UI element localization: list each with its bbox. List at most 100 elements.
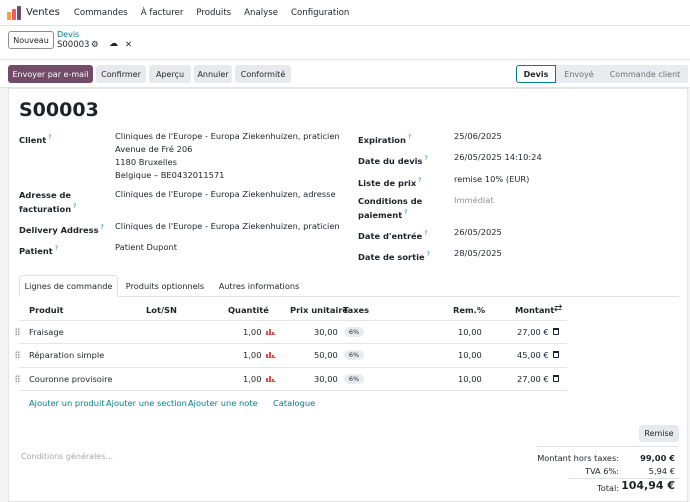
record-name: S00003: [19, 99, 99, 121]
help-icon: ?: [424, 230, 428, 237]
tva-label: TVA 6%:: [584, 466, 619, 476]
row-qty[interactable]: 1,00: [243, 374, 261, 384]
new-button[interactable]: Nouveau: [8, 31, 54, 49]
row-amount: 27,00 €: [517, 374, 549, 384]
nav-commandes[interactable]: Commandes: [74, 8, 128, 18]
add-section-link[interactable]: Ajouter une section: [106, 398, 187, 408]
tab-optional-products[interactable]: Produits optionnels: [119, 275, 211, 297]
cancel-button[interactable]: Annuler: [194, 65, 232, 83]
control-panel: Nouveau Devis S00003 ⚙ ☁ ✕: [0, 26, 690, 60]
form-sheet: S00003 Client? Cliniques de l'Europe - E…: [8, 88, 688, 502]
row-product[interactable]: Réparation simple: [29, 350, 104, 360]
col-taxes[interactable]: Taxes: [343, 305, 369, 315]
quote-date-label: Date du devis?: [358, 155, 428, 166]
add-note-link[interactable]: Ajouter une note: [188, 398, 258, 408]
sales-app-logo-icon[interactable]: [7, 5, 21, 20]
row-discount[interactable]: 10,00: [458, 327, 482, 337]
notebook-tabs: Lignes de commande Produits optionnels A…: [19, 275, 679, 297]
exit-date-value[interactable]: 28/05/2025: [454, 247, 502, 260]
help-icon: ?: [48, 134, 52, 141]
col-lot[interactable]: Lot/SN: [146, 305, 177, 315]
gear-icon[interactable]: ⚙: [91, 40, 99, 50]
row-qty[interactable]: 1,00: [243, 327, 261, 337]
top-navbar: Ventes Commandes À facturer Produits Ana…: [0, 0, 690, 26]
tax-badge[interactable]: 6%: [344, 374, 364, 384]
expiration-value[interactable]: 25/06/2025: [454, 130, 502, 143]
col-price[interactable]: Prix unitaire: [290, 305, 348, 315]
forecast-chart-icon[interactable]: [266, 329, 276, 335]
row-price[interactable]: 30,00: [314, 374, 338, 384]
tab-other-info[interactable]: Autres informations: [214, 275, 304, 297]
nav-analyse[interactable]: Analyse: [244, 8, 278, 18]
row-price[interactable]: 50,00: [314, 350, 338, 360]
cloud-upload-icon[interactable]: ☁: [109, 39, 118, 49]
breadcrumb-parent[interactable]: Devis: [57, 30, 79, 39]
status-bar: Devis Envoyé Commande client: [516, 65, 688, 83]
row-amount: 27,00 €: [517, 327, 549, 337]
help-icon: ?: [100, 224, 104, 231]
compliance-button[interactable]: Conformité: [235, 65, 291, 83]
patient-label: Patient?: [19, 245, 58, 256]
nav-configuration[interactable]: Configuration: [291, 8, 349, 18]
trash-icon[interactable]: [553, 351, 559, 358]
row-amount: 45,00 €: [517, 350, 549, 360]
send-email-button[interactable]: Envoyer par e-mail: [8, 65, 93, 83]
row-qty[interactable]: 1,00: [243, 350, 261, 360]
patient-value[interactable]: Patient Dupont: [115, 241, 177, 254]
row-product[interactable]: Fraisage: [29, 327, 64, 337]
drag-handle-icon[interactable]: [15, 328, 20, 336]
help-icon: ?: [73, 203, 77, 210]
app-title[interactable]: Ventes: [26, 7, 60, 18]
delivery-address-label: Delivery Address?: [19, 224, 104, 235]
status-commande-client[interactable]: Commande client: [602, 65, 688, 83]
row-divider: [19, 343, 567, 344]
row-price[interactable]: 30,00: [314, 327, 338, 337]
help-icon: ?: [426, 251, 430, 258]
close-icon[interactable]: ✕: [125, 40, 132, 50]
row-product[interactable]: Couronne provisoire: [29, 374, 113, 384]
confirm-button[interactable]: Confirmer: [96, 65, 146, 83]
col-discount[interactable]: Rem.%: [453, 305, 485, 315]
quote-date-value[interactable]: 26/05/2025 14:10:24: [454, 151, 542, 164]
trash-icon[interactable]: [553, 328, 559, 335]
billing-address-value[interactable]: Cliniques de l'Europe - Europa Ziekenhui…: [115, 188, 336, 201]
nav-a-facturer[interactable]: À facturer: [141, 8, 184, 18]
nav-produits[interactable]: Produits: [196, 8, 231, 18]
row-discount[interactable]: 10,00: [458, 350, 482, 360]
header-divider: [19, 320, 567, 321]
preview-button[interactable]: Aperçu: [149, 65, 191, 83]
entry-date-label: Date d'entrée?: [358, 230, 428, 241]
help-icon: ?: [418, 177, 422, 184]
total-label: Total:: [597, 483, 619, 493]
tax-badge[interactable]: 6%: [344, 350, 364, 360]
delivery-address-value[interactable]: Cliniques de l'Europe - Europa Ziekenhui…: [115, 220, 340, 233]
discount-button[interactable]: Remise: [639, 425, 679, 442]
client-value[interactable]: Cliniques de l'Europe - Europa Ziekenhui…: [115, 130, 340, 182]
column-settings-icon[interactable]: ⇄: [554, 303, 562, 314]
help-icon: ?: [404, 209, 408, 216]
col-qty[interactable]: Quantité: [228, 305, 269, 315]
drag-handle-icon[interactable]: [15, 351, 20, 359]
col-amount[interactable]: Montant: [515, 305, 554, 315]
catalog-link[interactable]: Catalogue: [273, 398, 315, 408]
status-envoye[interactable]: Envoyé: [556, 65, 602, 83]
payment-terms-value[interactable]: Immédiat: [454, 194, 494, 207]
untaxed-amount-label: Montant hors taxes:: [537, 453, 619, 463]
tab-order-lines[interactable]: Lignes de commande: [19, 275, 118, 297]
col-product[interactable]: Produit: [29, 305, 64, 315]
forecast-chart-icon[interactable]: [266, 352, 276, 358]
terms-conditions-field[interactable]: Conditions générales...: [21, 452, 113, 461]
status-devis[interactable]: Devis: [516, 65, 556, 83]
row-discount[interactable]: 10,00: [458, 374, 482, 384]
help-icon: ?: [407, 134, 412, 141]
pricelist-value[interactable]: remise 10% (EUR): [454, 173, 529, 186]
add-product-link[interactable]: Ajouter un produit: [29, 398, 105, 408]
tax-badge[interactable]: 6%: [344, 327, 364, 337]
trash-icon[interactable]: [553, 375, 559, 382]
expiration-label: Expiration?: [358, 134, 412, 145]
forecast-chart-icon[interactable]: [266, 376, 276, 382]
drag-handle-icon[interactable]: [15, 375, 20, 383]
row-divider: [19, 367, 567, 368]
breadcrumb-current: S00003: [57, 40, 90, 50]
entry-date-value[interactable]: 26/05/2025: [454, 226, 502, 239]
